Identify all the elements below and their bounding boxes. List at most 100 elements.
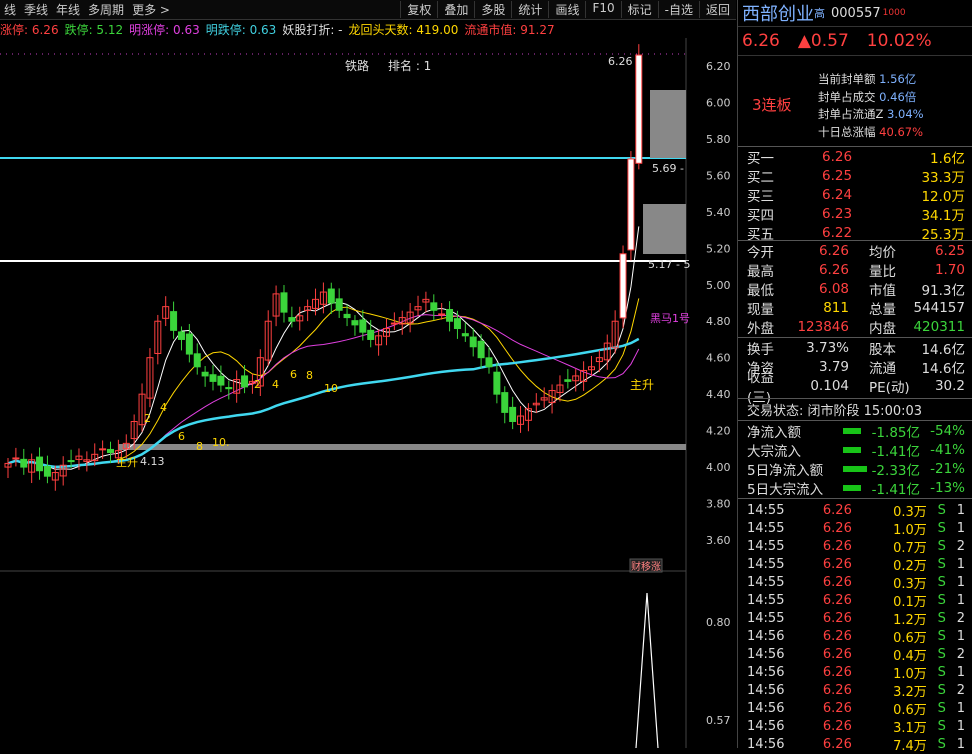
candle-body [193, 353, 201, 368]
tick-row[interactable]: 14:56 6.26 0.6万 S 1 [738, 627, 972, 646]
tick-row[interactable]: 14:55 6.26 1.0万 S 1 [738, 519, 972, 538]
period-tab[interactable]: 线 [0, 1, 20, 18]
period-tab[interactable]: 年线 [52, 1, 84, 18]
stat-row: 最高 6.26 量比 1.70 [738, 260, 972, 280]
toolbar-button[interactable]: F10 [585, 1, 620, 18]
toolbar-button[interactable]: 复权 [400, 1, 437, 18]
tick-price: 6.26 [822, 556, 852, 572]
stock-gao: 高 [814, 7, 825, 20]
candle-body [225, 387, 233, 390]
tick-row[interactable]: 14:55 6.26 0.3万 S 1 [738, 573, 972, 592]
stat-label: PE(动) [869, 379, 910, 396]
period-tab[interactable]: 多周期 [84, 1, 128, 18]
stat-label: 市值 [869, 282, 896, 299]
tick-row[interactable]: 14:55 6.26 0.1万 S 1 [738, 591, 972, 610]
tick-row[interactable]: 14:56 6.26 7.4万 S 1 [738, 735, 972, 754]
yaogu-dazhe: 妖股打折: - [282, 22, 343, 37]
price-pct: 10.02% [866, 31, 932, 51]
price-axis-tick: 5.00 [706, 279, 731, 292]
tick-time: 14:55 [747, 502, 785, 518]
stat-value: 6.26 [818, 261, 849, 278]
toolbar-button[interactable]: 返回 [698, 1, 736, 18]
candle-body [627, 158, 635, 251]
tick-row[interactable]: 14:56 6.26 3.2万 S 2 [738, 681, 972, 700]
lianban-label: 3连板 [752, 96, 792, 114]
candle-body [351, 320, 359, 326]
tick-row[interactable]: 14:55 6.26 0.3万 S 1 [738, 501, 972, 520]
tick-side: S [937, 520, 946, 536]
stat-label: 量比 [869, 263, 896, 280]
candle-body [367, 329, 375, 340]
price-axis-tick: 5.40 [706, 206, 731, 219]
tick-volume: 0.4万 [893, 648, 927, 664]
tick-row[interactable]: 14:56 6.26 0.6万 S 1 [738, 699, 972, 718]
stat-label: 换手 [747, 341, 774, 358]
indicator-axis-tick: 0.80 [706, 616, 731, 629]
tick-count: 1 [956, 520, 965, 536]
bid-row[interactable]: 买二 6.25 33.3万 [738, 166, 972, 186]
candle-body [564, 379, 572, 382]
tick-time: 14:55 [747, 520, 785, 536]
seq-label: 2 [254, 378, 261, 391]
tick-volume: 0.2万 [893, 558, 927, 574]
bid-row[interactable]: 买四 6.23 34.1万 [738, 204, 972, 224]
tick-row[interactable]: 14:55 6.26 1.2万 S 2 [738, 609, 972, 628]
stat-label: 最低 [747, 282, 774, 299]
price-axis-tick: 6.00 [706, 96, 731, 109]
candle-body [485, 357, 493, 368]
tick-row[interactable]: 14:56 6.26 3.1万 S 1 [738, 717, 972, 736]
toolbar-button[interactable]: 标记 [620, 1, 658, 18]
tick-time: 14:56 [747, 646, 785, 662]
trade-status: 交易状态: 闭市阶段 15:00:03 [738, 398, 972, 420]
seq-label: 10 [324, 382, 338, 395]
period-tab[interactable]: 更多 > [128, 1, 174, 18]
price-axis-tick: 4.80 [706, 315, 731, 328]
stat-value: 420311 [913, 318, 965, 335]
tick-list[interactable]: 14:55 6.26 0.3万 S 1 14:55 6.26 1.0万 S 1 14:55 6.26 0… [738, 498, 972, 754]
kline-svg[interactable]: 6.20 6.00 5.80 5.60 5.40 5.20 5.00 4.80 4.60 4.40… [0, 38, 736, 749]
bid-row[interactable]: 买一 6.26 1.6亿 [738, 147, 972, 167]
stat-value: 91.3亿 [921, 282, 965, 299]
tick-row[interactable]: 14:55 6.26 0.7万 S 2 [738, 537, 972, 556]
stat-label: 总量 [869, 301, 896, 318]
candle-body [469, 336, 477, 348]
seq-label: 8 [196, 440, 203, 453]
tick-price: 6.26 [822, 736, 852, 752]
tick-row[interactable]: 14:56 6.26 0.4万 S 2 [738, 645, 972, 664]
stat-value: 6.26 [818, 242, 849, 259]
info-bar: 涨停: 6.26 跌停: 5.12 明涨停: 0.63 明跌停: 0.63 妖股… [0, 20, 690, 38]
candle-body [430, 302, 438, 311]
support-bar [118, 444, 686, 450]
tick-count: 1 [956, 628, 965, 644]
candle-body [635, 54, 643, 164]
seq-label: 8 [306, 369, 313, 382]
bid-volume: 33.3万 [921, 169, 965, 186]
toolbar-button[interactable]: -自选 [657, 1, 699, 18]
flow-bar [843, 465, 867, 472]
flow-pct: -21% [930, 460, 965, 477]
bid-label: 买二 [747, 169, 774, 186]
toolbar-button[interactable]: 统计 [511, 1, 548, 18]
tick-volume: 0.7万 [893, 540, 927, 556]
period-tab[interactable]: 季线 [20, 1, 52, 18]
tick-volume: 3.1万 [893, 720, 927, 736]
tick-price: 6.26 [822, 664, 852, 680]
toolbar-button[interactable]: 画线 [548, 1, 585, 18]
tick-count: 1 [956, 718, 965, 734]
toolbar-button[interactable]: 多股 [474, 1, 511, 18]
tick-time: 14:55 [747, 610, 785, 626]
stat-value: 14.6亿 [921, 360, 965, 377]
tick-time: 14:55 [747, 556, 785, 572]
tick-row[interactable]: 14:56 6.26 1.0万 S 1 [738, 663, 972, 682]
toolbar-button[interactable]: 叠加 [437, 1, 474, 18]
bid-row[interactable]: 买三 6.24 12.0万 [738, 185, 972, 205]
tick-time: 14:55 [747, 538, 785, 554]
flow-pct: -54% [930, 422, 965, 439]
seq-label: 6 [290, 368, 297, 381]
fengdan-label: 封单占流通Z [818, 107, 884, 121]
high-label: 6.26 [608, 55, 633, 68]
tick-row[interactable]: 14:55 6.26 0.2万 S 1 [738, 555, 972, 574]
stat-value: 3.73% [806, 339, 849, 356]
kline-chart[interactable]: 6.20 6.00 5.80 5.60 5.40 5.20 5.00 4.80 4.60 4.40… [0, 38, 736, 749]
price-axis-tick: 4.20 [706, 425, 731, 438]
